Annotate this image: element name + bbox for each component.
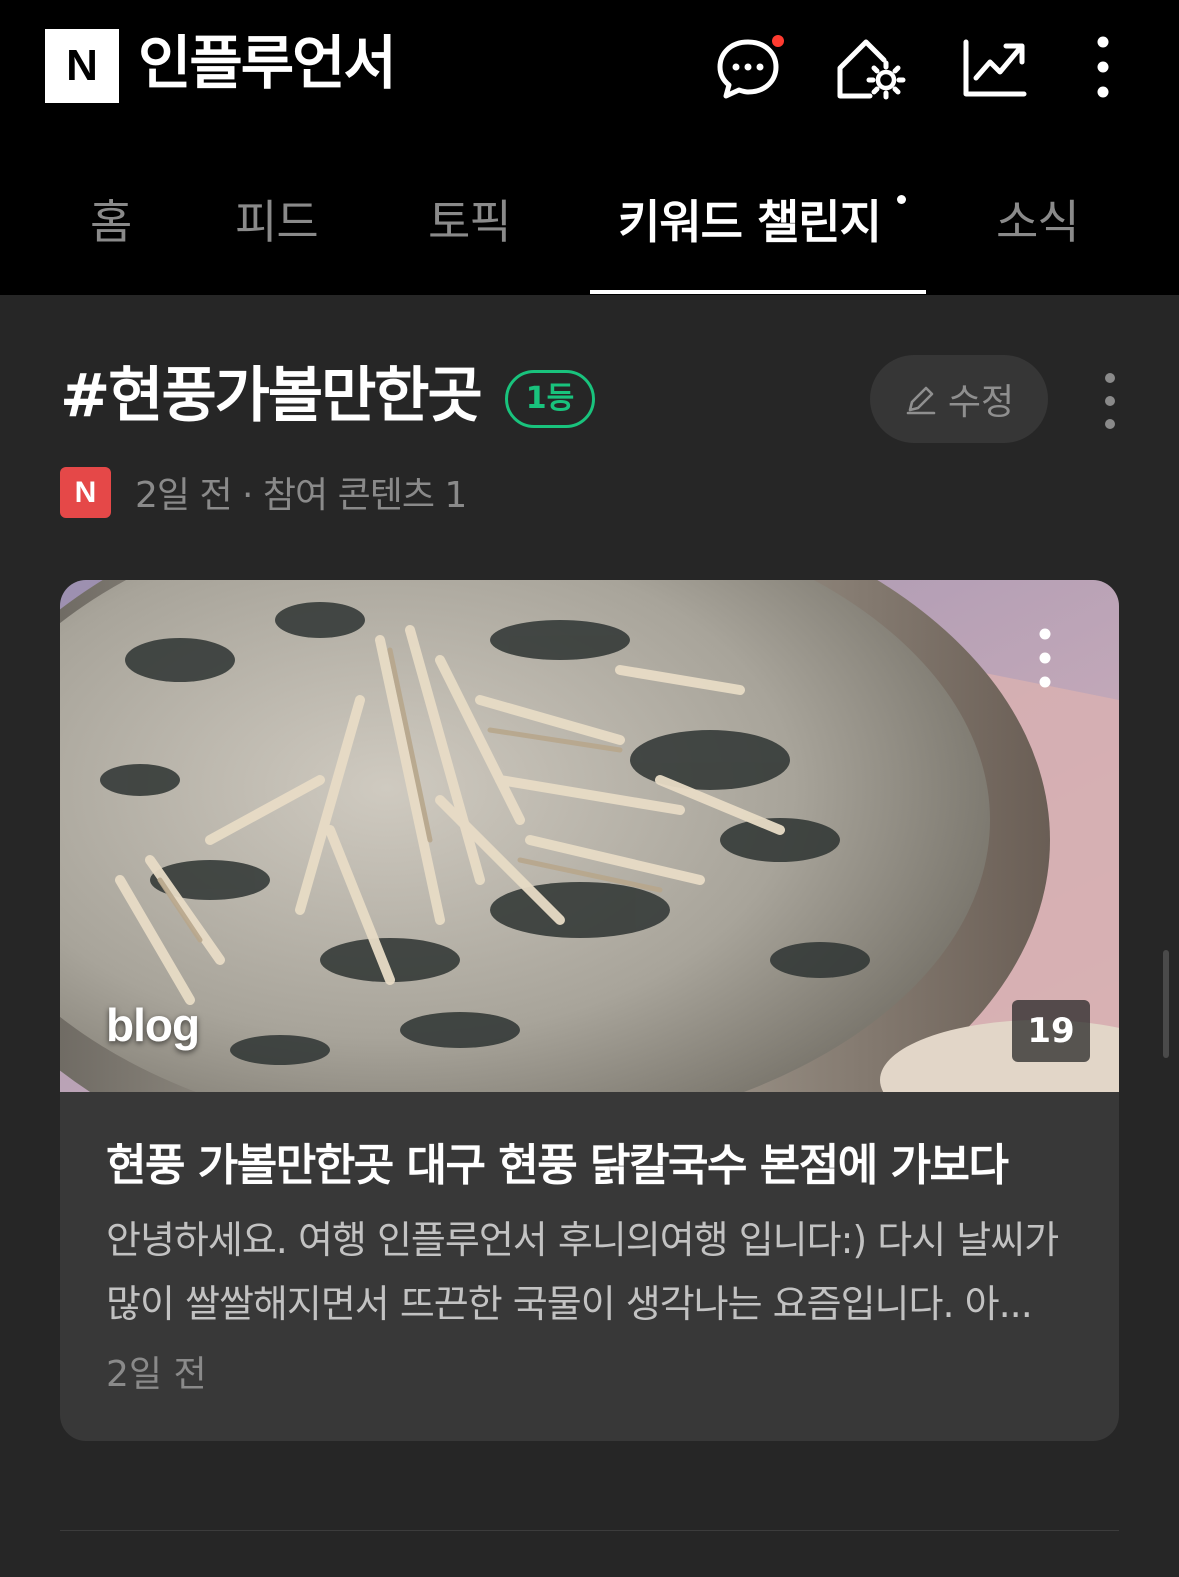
blog-source-label: blog (106, 999, 200, 1051)
rank-badge: 1등 (505, 370, 595, 428)
keyword-title: #현풍가볼만한곳 (60, 361, 483, 431)
card-thumbnail[interactable]: blog 19 (60, 580, 1119, 1092)
app-header: N 인플루언서 홈 피드 토픽 키워드 챌린지 소식 (0, 0, 1179, 295)
tab-feed[interactable]: 피드 (235, 192, 319, 252)
card-more-icon[interactable] (1020, 625, 1070, 691)
scrollbar[interactable] (1163, 950, 1169, 1058)
section-divider (60, 1530, 1119, 1531)
image-count-badge: 19 (1012, 1000, 1090, 1062)
noodle-soup-image (60, 580, 1119, 1092)
card-timestamp: 2일 전 (106, 1354, 207, 1395)
card-title[interactable]: 현풍 가볼만한곳 대구 현풍 닭칼국수 본점에 가보다 (106, 1135, 1086, 1197)
tab-news[interactable]: 소식 (996, 192, 1080, 252)
more-vertical-icon[interactable] (1085, 34, 1121, 104)
active-tab-underline (590, 290, 926, 294)
naver-badge-icon: N (60, 466, 111, 518)
content-card[interactable]: blog 19 현풍 가볼만한곳 대구 현풍 닭칼국수 본점에 가보다 안녕하세… (60, 580, 1119, 1441)
tab-topic[interactable]: 토픽 (428, 192, 512, 252)
pencil-icon (906, 386, 936, 415)
app-title[interactable]: 인플루언서 (138, 26, 397, 100)
tab-bar: 홈 피드 토픽 키워드 챌린지 소식 (0, 180, 1179, 295)
keyword-more-icon[interactable] (1090, 370, 1130, 432)
tab-home[interactable]: 홈 (90, 192, 132, 252)
keyword-meta-text: 2일 전 · 참여 콘텐츠 1 (135, 475, 467, 516)
card-description: 안녕하세요. 여행 인플루언서 후니의여행 입니다:) 다시 날씨가 많이 쌀쌀… (106, 1218, 1059, 1326)
tab-keyword-challenge[interactable]: 키워드 챌린지 (618, 192, 882, 252)
chat-icon[interactable] (712, 33, 788, 104)
naver-logo[interactable]: N (45, 29, 119, 103)
edit-button-label: 수정 (947, 382, 1015, 423)
keyword-meta: N 2일 전 · 참여 콘텐츠 1 (60, 466, 467, 518)
home-settings-icon[interactable] (832, 34, 908, 104)
edit-button[interactable]: 수정 (870, 355, 1048, 443)
trending-icon[interactable] (958, 34, 1034, 104)
new-dot-indicator (897, 195, 906, 204)
